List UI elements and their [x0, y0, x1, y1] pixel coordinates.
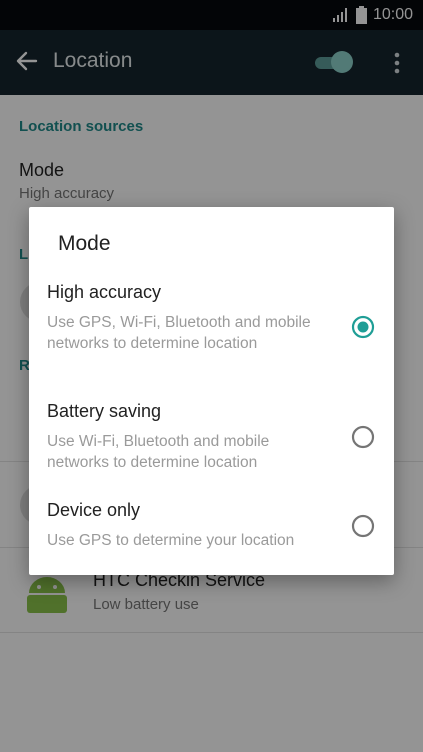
- radio-selected-icon[interactable]: [351, 315, 375, 339]
- option-description: Use GPS to determine your location: [47, 532, 295, 549]
- option-battery-saving[interactable]: Battery saving Use Wi-Fi, Bluetooth and …: [29, 401, 394, 476]
- option-high-accuracy[interactable]: High accuracy Use GPS, Wi-Fi, Bluetooth …: [29, 282, 394, 377]
- option-device-only[interactable]: Device only Use GPS to determine your lo…: [29, 500, 394, 560]
- option-description: Use GPS, Wi-Fi, Bluetooth and mobile net…: [47, 314, 311, 352]
- dialog-title: Mode: [58, 232, 111, 255]
- option-label: Battery saving: [47, 401, 162, 421]
- option-description: Use Wi-Fi, Bluetooth and mobile networks…: [47, 433, 270, 471]
- radio-unselected-icon[interactable]: [351, 425, 375, 449]
- mode-dialog: Mode High accuracy Use GPS, Wi-Fi, Bluet…: [29, 207, 394, 575]
- radio-unselected-icon[interactable]: [351, 514, 375, 538]
- option-label: Device only: [47, 500, 141, 520]
- option-label: High accuracy: [47, 282, 162, 302]
